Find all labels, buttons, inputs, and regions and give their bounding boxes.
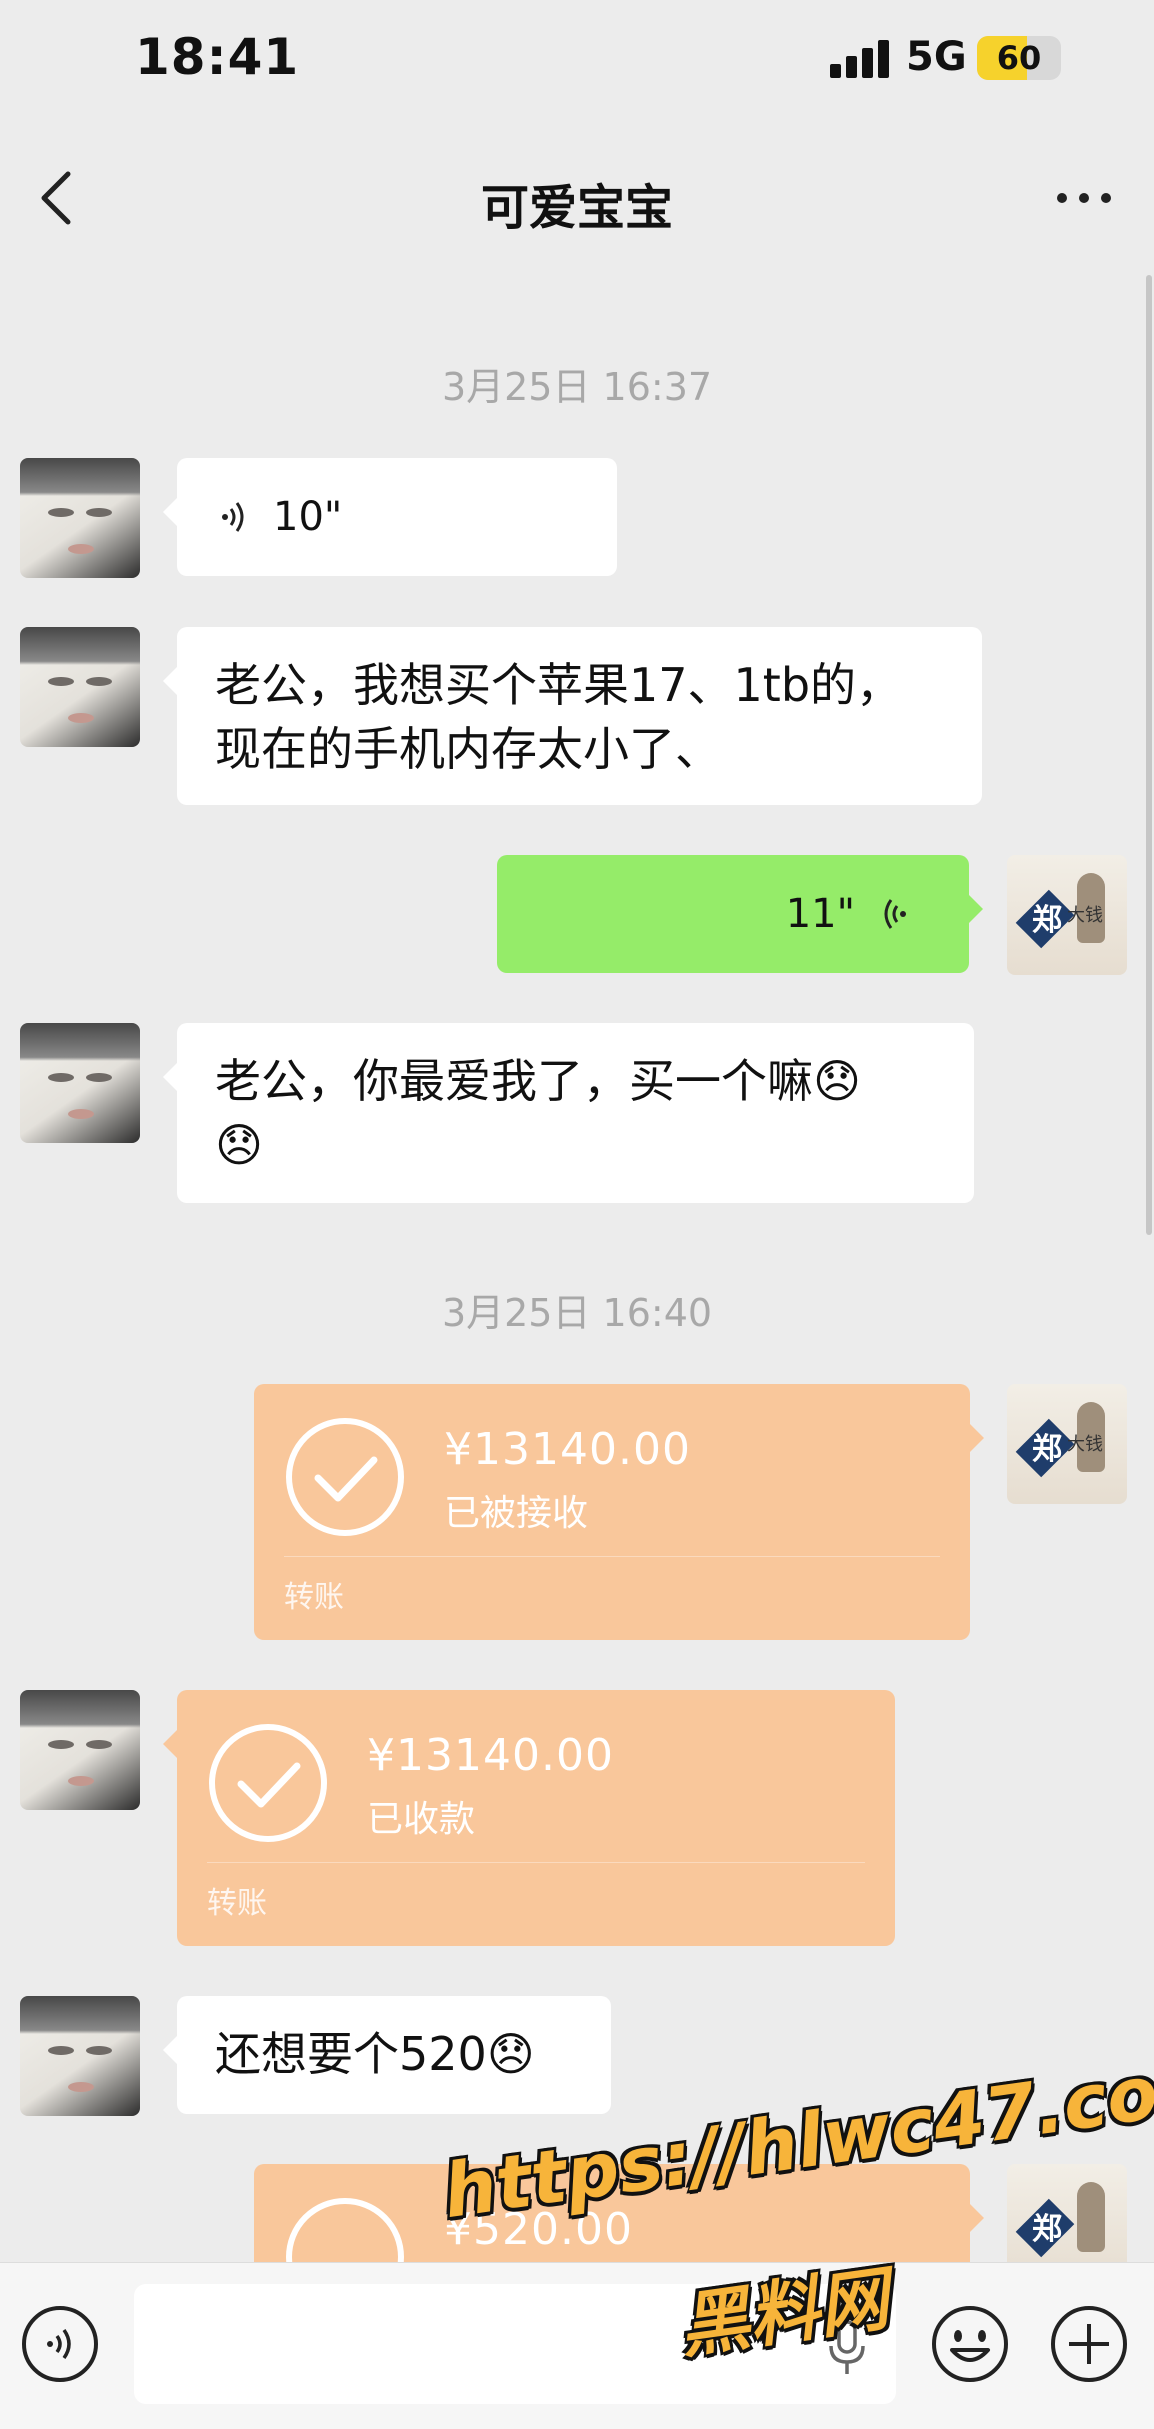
- voice-wave-icon: [222, 502, 244, 532]
- voice-wave-icon: [884, 899, 906, 929]
- transfer-card[interactable]: ¥13140.00 已收款 转账: [163, 1690, 895, 1946]
- avatar-caption: 大钱: [1067, 1434, 1103, 1455]
- message-line: 现在的手机内存太小了、: [215, 722, 721, 776]
- plus-icon[interactable]: [1049, 2304, 1129, 2384]
- more-dots-icon[interactable]: [1055, 180, 1115, 216]
- transfer-status: 已被接收: [444, 1493, 589, 1534]
- message-line: 老公，你最爱我了，买一个嘛😞: [215, 1054, 861, 1108]
- avatar-contact[interactable]: [20, 458, 140, 578]
- status-time: 18:41: [135, 28, 300, 86]
- chat-title: 可爱宝宝: [480, 180, 673, 236]
- avatar-badge-text: 郑: [1032, 2212, 1062, 2247]
- message-line: 老公，我想买个苹果17、1tb的，: [215, 658, 903, 712]
- avatar-self[interactable]: 郑 大钱: [1007, 855, 1127, 975]
- message-line: 😞: [215, 1118, 263, 1172]
- network-type: 5G: [906, 34, 967, 80]
- avatar-contact[interactable]: [20, 1996, 140, 2116]
- avatar-contact[interactable]: [20, 1690, 140, 1810]
- transfer-amount: ¥13140.00: [444, 1424, 691, 1475]
- transfer-status: 已收款: [367, 1799, 476, 1840]
- voice-duration: 10": [273, 494, 343, 540]
- avatar-self[interactable]: 郑 大钱: [1007, 1384, 1127, 1504]
- text-message[interactable]: 老公，我想买个苹果17、1tb的， 现在的手机内存太小了、: [163, 627, 982, 805]
- voice-mode-icon[interactable]: [20, 2304, 100, 2384]
- timestamp: 3月25日 16:40: [441, 1291, 713, 1335]
- signal-icon: [830, 40, 890, 78]
- timestamp: 3月25日 16:37: [441, 365, 713, 409]
- transfer-label: 转账: [207, 1886, 267, 1921]
- emoji-icon[interactable]: [930, 2304, 1010, 2384]
- avatar-contact[interactable]: [20, 1023, 140, 1143]
- avatar-badge-text: 郑: [1032, 903, 1062, 938]
- message-line: 还想要个520😞: [215, 2027, 535, 2081]
- voice-message[interactable]: 10": [163, 458, 617, 576]
- transfer-label: 转账: [284, 1580, 344, 1615]
- avatar-contact[interactable]: [20, 627, 140, 747]
- battery-level: 60: [996, 39, 1042, 77]
- text-message[interactable]: 老公，你最爱我了，买一个嘛😞 😞: [163, 1023, 974, 1203]
- transfer-amount: ¥13140.00: [367, 1730, 614, 1781]
- scrollbar[interactable]: [1146, 275, 1152, 1235]
- text-message[interactable]: 还想要个520😞: [163, 1996, 611, 2114]
- check-circle-icon: [286, 1418, 404, 1536]
- battery-icon: 60: [977, 36, 1061, 80]
- voice-message-sent[interactable]: 11": [497, 855, 983, 973]
- transfer-card[interactable]: ¥13140.00 已被接收 转账: [254, 1384, 984, 1640]
- avatar-badge-text: 郑: [1032, 1432, 1062, 1467]
- check-circle-icon: [209, 1724, 327, 1842]
- voice-duration: 11": [785, 891, 855, 937]
- avatar-caption: 大钱: [1067, 905, 1103, 926]
